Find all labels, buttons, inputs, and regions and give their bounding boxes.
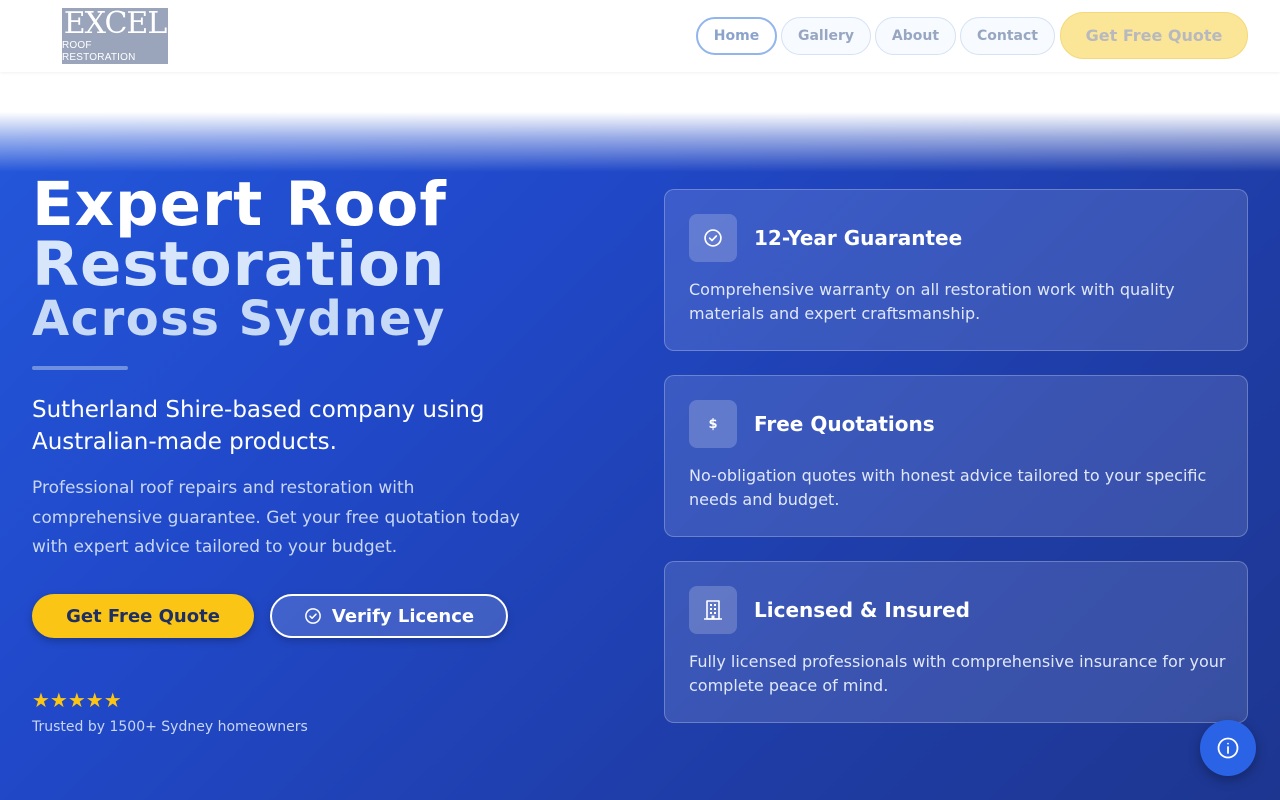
logo-sub-text: ROOF RESTORATION [62, 39, 136, 63]
feature-title: Licensed & Insured [754, 598, 970, 622]
get-free-quote-button[interactable]: Get Free Quote [32, 594, 254, 638]
trust-text: Trusted by 1500+ Sydney homeowners [32, 719, 308, 735]
company-logo[interactable]: EXCEL ROOF RESTORATION [62, 8, 168, 64]
check-circle-icon [689, 214, 737, 262]
feature-text: Fully licensed professionals with compre… [689, 652, 1226, 695]
nav-gallery[interactable]: Gallery [781, 17, 871, 55]
hero-title-line1: Expert Roof [32, 169, 447, 240]
rating-stars: ★★★★★ [32, 688, 122, 712]
nav-home[interactable]: Home [696, 17, 777, 55]
info-icon [1217, 737, 1239, 759]
verify-licence-label: Verify Licence [331, 605, 475, 627]
feature-card-quotations: $ Free Quotations No-obligation quotes w… [664, 375, 1248, 537]
verify-licence-button[interactable]: Verify Licence [270, 594, 508, 638]
feature-title: 12-Year Guarantee [754, 226, 963, 250]
feature-card-licensed: Licensed & Insured Fully licensed profes… [664, 561, 1248, 723]
feature-text: Comprehensive warranty on all restoratio… [689, 280, 1175, 323]
dollar-icon: $ [689, 400, 737, 448]
feature-title: Free Quotations [754, 412, 935, 436]
logo-main-text: EXCEL [63, 5, 168, 41]
building-icon [689, 586, 737, 634]
feature-text: No-obligation quotes with honest advice … [689, 466, 1207, 509]
check-circle-icon [305, 608, 321, 624]
info-floating-button[interactable] [1200, 720, 1256, 776]
title-divider [32, 366, 128, 370]
nav-about[interactable]: About [875, 17, 956, 55]
hero-title-line3: Across Sydney [32, 291, 446, 347]
hero-title-line2: Restoration [32, 229, 446, 300]
feature-card-guarantee: 12-Year Guarantee Comprehensive warranty… [664, 189, 1248, 351]
nav-contact[interactable]: Contact [960, 17, 1055, 55]
site-header: EXCEL ROOF RESTORATION Home Gallery Abou… [0, 0, 1280, 72]
header-get-quote-button[interactable]: Get Free Quote [1060, 12, 1248, 59]
hero-description: Professional roof repairs and restoratio… [32, 478, 520, 557]
hero-lead: Sutherland Shire-based company using Aus… [32, 397, 485, 455]
